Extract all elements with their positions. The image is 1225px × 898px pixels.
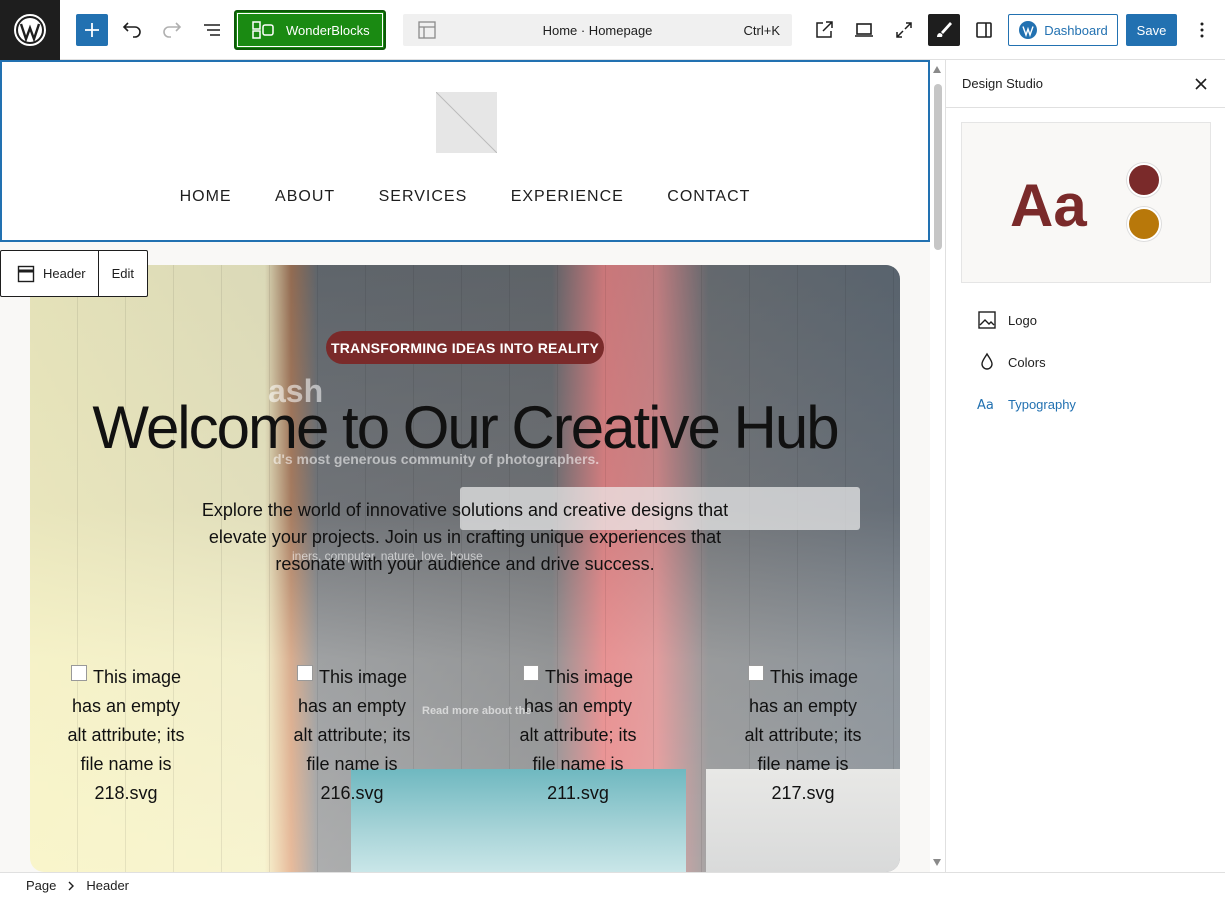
broken-image-icon <box>522 665 539 681</box>
breadcrumb: Page Header <box>0 872 1225 898</box>
canvas-scrollbar[interactable] <box>930 60 945 872</box>
plus-icon <box>85 23 99 37</box>
image-alt-text: This image has an empty alt attribute; i… <box>67 667 185 803</box>
view-page-button[interactable] <box>808 14 840 46</box>
dashboard-button[interactable]: Dashboard <box>1008 14 1118 46</box>
broken-image-218[interactable]: This image has an empty alt attribute; i… <box>61 663 191 808</box>
device-preview-button[interactable] <box>848 14 880 46</box>
options-menu-button[interactable] <box>1186 14 1218 46</box>
primary-color-swatch <box>1127 163 1161 197</box>
typography-preview: Aa <box>1010 172 1087 239</box>
brush-icon <box>937 22 952 37</box>
redo-button[interactable] <box>156 14 188 46</box>
redo-icon <box>163 22 182 38</box>
shortcut-hint: Ctrl+K <box>743 22 780 38</box>
breadcrumb-item-page[interactable]: Page <box>26 878 56 893</box>
secondary-color-swatch <box>1127 207 1161 241</box>
image-alt-text: This image has an empty alt attribute; i… <box>293 667 411 803</box>
undo-icon <box>122 22 141 38</box>
wonderblocks-icon <box>252 21 274 39</box>
image-alt-text: This image has an empty alt attribute; i… <box>519 667 637 803</box>
navigation-menu: HOME ABOUT SERVICES EXPERIENCE CONTACT <box>2 188 928 206</box>
scrollbar-thumb[interactable] <box>934 84 942 250</box>
svg-text:Aa: Aa <box>977 398 994 413</box>
undo-button[interactable] <box>116 14 148 46</box>
hero-heading[interactable]: Welcome to Our Creative Hub <box>30 393 900 462</box>
chevron-right-icon <box>68 881 75 890</box>
typography-icon: Aa <box>977 398 994 413</box>
wordpress-icon <box>1019 21 1038 39</box>
nav-item-contact[interactable]: CONTACT <box>667 188 750 206</box>
scroll-down-arrow[interactable] <box>933 859 941 866</box>
broken-image-216[interactable]: This image has an empty alt attribute; i… <box>287 663 417 808</box>
site-logo-placeholder[interactable] <box>435 91 498 154</box>
editor-canvas[interactable]: HOME ABOUT SERVICES EXPERIENCE CONTACT H… <box>0 60 930 872</box>
block-type-button[interactable]: Header <box>1 251 99 296</box>
placeholder-image-icon <box>435 91 498 154</box>
document-title: Home · Homepage <box>542 22 653 38</box>
image-icon <box>978 311 996 329</box>
wordpress-icon <box>14 14 46 46</box>
wordpress-logo-button[interactable] <box>0 0 60 60</box>
broken-image-217[interactable]: This image has an empty alt attribute; i… <box>738 663 868 808</box>
settings-sidebar-button[interactable] <box>968 14 1000 46</box>
header-template-part[interactable]: HOME ABOUT SERVICES EXPERIENCE CONTACT <box>0 60 930 242</box>
dashboard-label: Dashboard <box>1044 22 1108 38</box>
list-view-icon <box>204 24 220 36</box>
close-icon[interactable] <box>1191 74 1211 94</box>
hero-tagline-pill[interactable]: TRANSFORMING IDEAS INTO REALITY <box>326 331 604 364</box>
external-link-icon <box>816 21 833 38</box>
broken-image-211[interactable]: This image has an empty alt attribute; i… <box>513 663 643 808</box>
sidebar-item-typography[interactable]: Aa Typography <box>976 392 1076 416</box>
breadcrumb-item-header[interactable]: Header <box>86 878 129 893</box>
editor-toolbar: WonderBlocks Home · Homepage Ctrl+K Dash… <box>0 0 1225 60</box>
sidebar-item-label: Colors <box>1008 354 1046 370</box>
sidebar-icon <box>976 22 992 38</box>
save-button[interactable]: Save <box>1126 14 1177 46</box>
nav-item-home[interactable]: HOME <box>180 188 232 206</box>
wonderblocks-label: WonderBlocks <box>286 22 370 38</box>
broken-image-icon <box>747 665 764 681</box>
hero-description[interactable]: Explore the world of innovative solution… <box>200 497 730 578</box>
header-block-icon <box>17 265 35 282</box>
scroll-up-arrow[interactable] <box>933 66 941 73</box>
hero-section[interactable]: ash d's most generous community of photo… <box>30 265 900 872</box>
broken-image-icon <box>296 665 313 681</box>
droplet-icon <box>981 352 993 370</box>
block-type-label: Header <box>43 266 86 281</box>
document-overview-button[interactable] <box>196 14 228 46</box>
style-preview[interactable]: Aa <box>961 122 1211 283</box>
wonderblocks-button[interactable]: WonderBlocks <box>234 10 386 50</box>
sidebar-item-label: Logo <box>1008 312 1037 328</box>
desktop-icon <box>855 23 873 37</box>
more-vertical-icon <box>1200 22 1204 38</box>
block-toolbar: Header Edit <box>0 250 149 297</box>
styles-button[interactable] <box>928 14 960 46</box>
broken-image-icon <box>70 665 87 681</box>
nav-item-services[interactable]: SERVICES <box>379 188 468 206</box>
sidebar-item-logo[interactable]: Logo <box>976 308 1037 332</box>
add-block-button[interactable] <box>76 14 108 46</box>
nav-item-experience[interactable]: EXPERIENCE <box>511 188 624 206</box>
fullscreen-icon <box>896 22 912 38</box>
zoom-out-button[interactable] <box>888 14 920 46</box>
sidebar-item-label: Typography <box>1008 396 1076 412</box>
command-palette-button[interactable]: Home · Homepage Ctrl+K <box>403 14 792 46</box>
nav-item-about[interactable]: ABOUT <box>275 188 335 206</box>
image-alt-text: This image has an empty alt attribute; i… <box>744 667 862 803</box>
edit-template-part-button[interactable]: Edit <box>99 251 147 296</box>
sidebar-item-colors[interactable]: Colors <box>976 350 1046 374</box>
design-studio-sidebar: Design Studio Aa Logo Colors Aa Typograp… <box>945 60 1225 872</box>
sidebar-title: Design Studio <box>946 60 1225 108</box>
